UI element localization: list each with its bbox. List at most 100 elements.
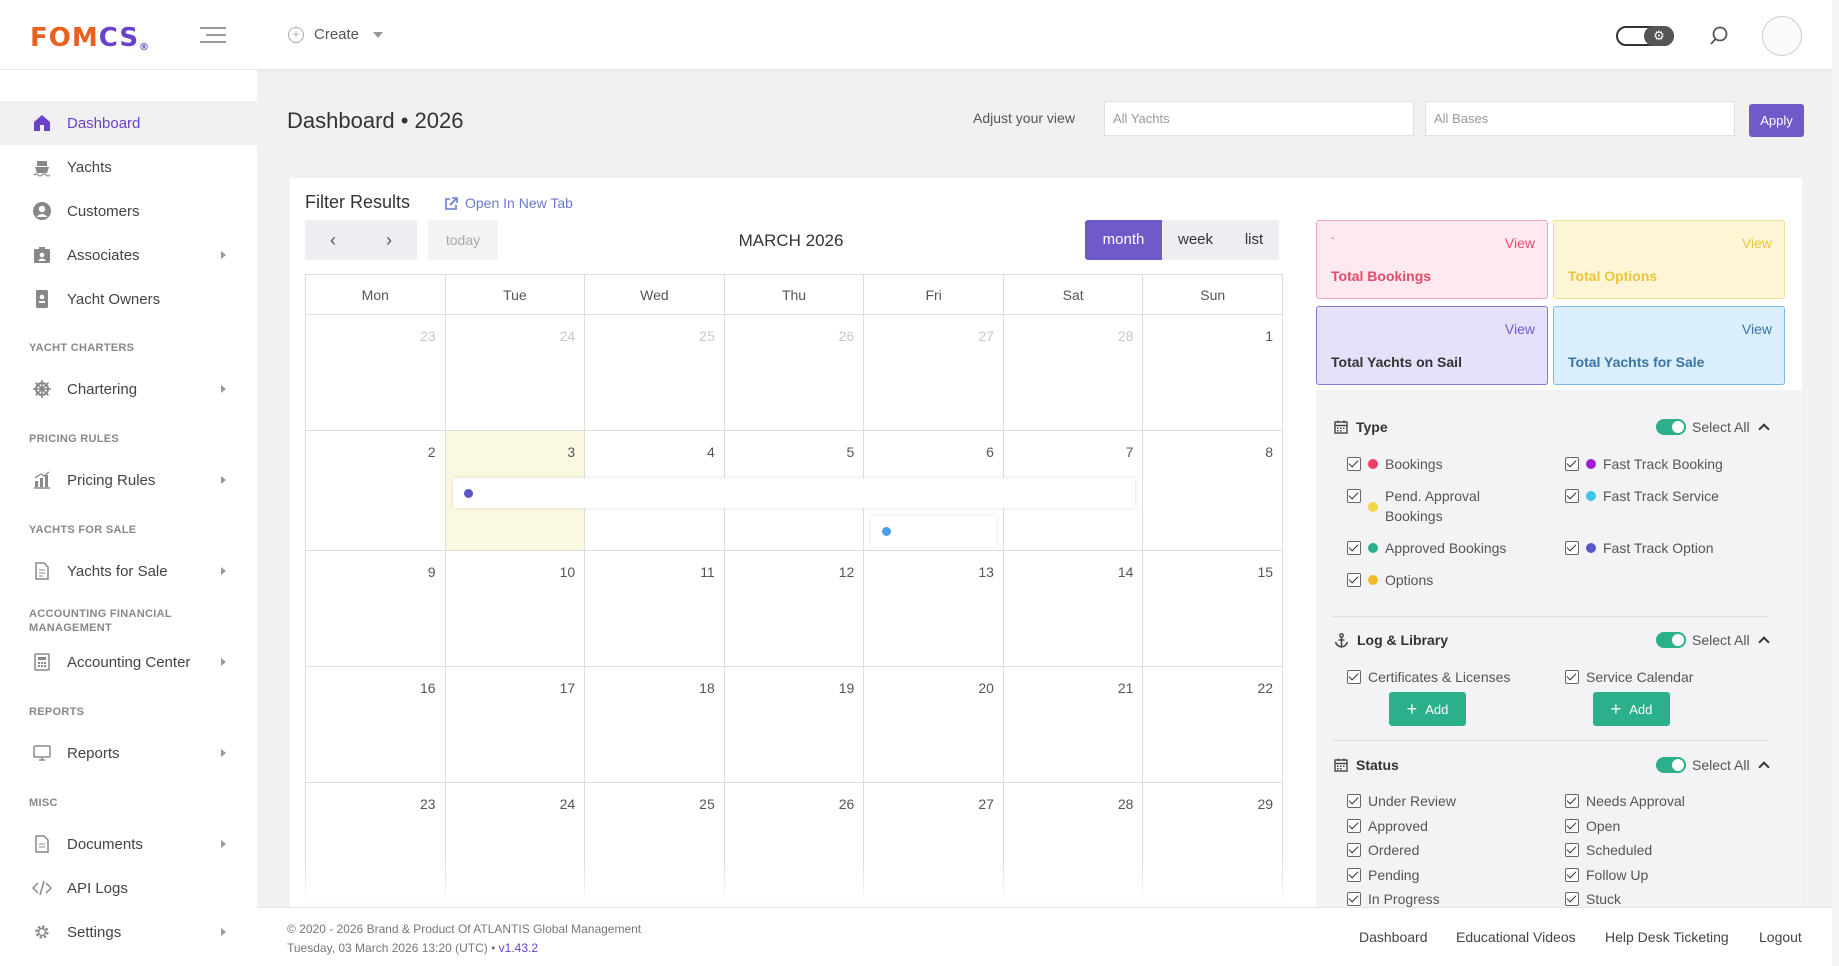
apply-button[interactable]: Apply bbox=[1749, 104, 1804, 137]
stat-view-link[interactable]: View bbox=[1742, 235, 1772, 251]
status-checkbox[interactable]: In Progress bbox=[1347, 889, 1547, 909]
type-select-all[interactable]: Select All bbox=[1656, 419, 1770, 435]
create-dropdown[interactable]: + Create bbox=[288, 26, 384, 43]
calendar-day-cell[interactable]: 19 bbox=[724, 667, 865, 783]
calendar-day-cell[interactable]: 23 bbox=[306, 315, 446, 431]
status-checkbox[interactable]: Needs Approval bbox=[1565, 791, 1765, 811]
sidebar-item-dashboard[interactable]: Dashboard bbox=[0, 101, 257, 145]
log-checkbox-certificates[interactable]: Certificates & Licenses bbox=[1347, 667, 1547, 687]
type-checkbox-fast-track-service[interactable]: Fast Track Service bbox=[1565, 486, 1765, 506]
search-icon[interactable] bbox=[1708, 25, 1730, 47]
view-month-button[interactable]: month bbox=[1085, 220, 1162, 260]
calendar-next-button[interactable]: › bbox=[361, 220, 417, 260]
checkbox[interactable] bbox=[1565, 868, 1579, 882]
theme-toggle[interactable]: ⚙ bbox=[1616, 26, 1674, 46]
chevron-up-icon[interactable] bbox=[1757, 423, 1770, 435]
select-all-toggle[interactable] bbox=[1656, 419, 1686, 435]
stat-view-link[interactable]: View bbox=[1505, 235, 1535, 251]
checkbox[interactable] bbox=[1347, 573, 1361, 587]
fomcs-logo[interactable]: FOMCS® bbox=[30, 23, 150, 53]
user-avatar[interactable] bbox=[1762, 16, 1802, 56]
calendar-day-cell[interactable]: 24 bbox=[445, 315, 586, 431]
calendar-day-cell[interactable]: 13 bbox=[864, 551, 1004, 667]
sidebar-item-documents[interactable]: Documents bbox=[0, 822, 257, 866]
add-service-button[interactable]: + Add bbox=[1593, 692, 1670, 726]
footer-link-logout[interactable]: Logout bbox=[1759, 929, 1802, 945]
sidebar-item-associates[interactable]: Associates bbox=[0, 233, 257, 277]
sidebar-item-yachts-for-sale[interactable]: Yachts for Sale bbox=[0, 549, 257, 593]
status-checkbox[interactable]: Open bbox=[1565, 816, 1765, 836]
footer-link-dashboard[interactable]: Dashboard bbox=[1359, 929, 1428, 945]
calendar-day-cell[interactable]: 28 bbox=[1003, 315, 1144, 431]
checkbox[interactable] bbox=[1347, 843, 1361, 857]
checkbox[interactable] bbox=[1347, 868, 1361, 882]
calendar-day-cell[interactable]: 15 bbox=[1143, 551, 1283, 667]
version-link[interactable]: v1.43.2 bbox=[499, 941, 538, 955]
sidebar-item-reports[interactable]: Reports bbox=[0, 731, 257, 775]
calendar-day-cell[interactable]: 25 bbox=[585, 315, 725, 431]
calendar-day-cell[interactable]: 26 bbox=[724, 315, 865, 431]
stat-card[interactable]: View Total Options bbox=[1553, 220, 1785, 299]
checkbox[interactable] bbox=[1565, 489, 1579, 503]
calendar-day-cell[interactable]: 16 bbox=[306, 667, 446, 783]
status-checkbox[interactable]: Pending bbox=[1347, 865, 1547, 885]
calendar-day-cell[interactable]: 11 bbox=[585, 551, 725, 667]
checkbox[interactable] bbox=[1347, 489, 1361, 503]
sidebar-item-yachts[interactable]: Yachts bbox=[0, 145, 257, 189]
type-checkbox-pend-approval[interactable]: Pend. Approval Bookings bbox=[1347, 486, 1527, 526]
checkbox[interactable] bbox=[1565, 670, 1579, 684]
add-certificate-button[interactable]: + Add bbox=[1389, 692, 1466, 726]
sidebar-item-pricing-rules[interactable]: Pricing Rules bbox=[0, 458, 257, 502]
type-checkbox-options[interactable]: Options bbox=[1347, 570, 1527, 590]
chevron-up-icon[interactable] bbox=[1757, 636, 1770, 648]
hamburger-menu-icon[interactable] bbox=[200, 27, 226, 45]
calendar-day-cell[interactable]: 10 bbox=[445, 551, 586, 667]
status-checkbox[interactable]: Approved bbox=[1347, 816, 1547, 836]
stat-card[interactable]: View Total Yachts on Sail bbox=[1316, 306, 1548, 385]
status-checkbox[interactable]: Follow Up bbox=[1565, 865, 1765, 885]
view-week-button[interactable]: week bbox=[1162, 220, 1229, 260]
status-checkbox[interactable]: Under Review bbox=[1347, 791, 1547, 811]
calendar-day-cell[interactable]: 18 bbox=[585, 667, 725, 783]
bases-filter-input[interactable]: All Bases bbox=[1425, 101, 1735, 136]
status-checkbox[interactable]: Stuck bbox=[1565, 889, 1765, 909]
type-checkbox-approved-bookings[interactable]: Approved Bookings bbox=[1347, 538, 1547, 558]
checkbox[interactable] bbox=[1565, 541, 1579, 555]
sidebar-item-api-logs[interactable]: API Logs bbox=[0, 866, 257, 910]
calendar-today-button[interactable]: today bbox=[428, 220, 498, 260]
log-select-all[interactable]: Select All bbox=[1656, 632, 1770, 648]
checkbox[interactable] bbox=[1565, 819, 1579, 833]
calendar-day-cell[interactable]: 12 bbox=[724, 551, 865, 667]
calendar-event[interactable] bbox=[453, 478, 1135, 508]
open-new-tab-link[interactable]: Open In New Tab bbox=[444, 195, 573, 211]
type-checkbox-fast-track-booking[interactable]: Fast Track Booking bbox=[1565, 454, 1765, 474]
page-scrollbar[interactable] bbox=[1832, 0, 1839, 966]
calendar-day-cell[interactable]: 17 bbox=[445, 667, 586, 783]
calendar-day-cell[interactable]: 2 bbox=[306, 431, 446, 551]
sidebar-item-yacht-owners[interactable]: Yacht Owners bbox=[0, 277, 257, 321]
checkbox[interactable] bbox=[1565, 892, 1579, 906]
calendar-day-cell[interactable]: 21 bbox=[1003, 667, 1144, 783]
stat-card[interactable]: - View Total Bookings bbox=[1316, 220, 1548, 299]
stat-view-link[interactable]: View bbox=[1742, 321, 1772, 337]
log-checkbox-service-calendar[interactable]: Service Calendar bbox=[1565, 667, 1765, 687]
sidebar-item-settings[interactable]: Settings bbox=[0, 910, 257, 954]
chevron-up-icon[interactable] bbox=[1757, 761, 1770, 773]
calendar-prev-button[interactable]: ‹ bbox=[305, 220, 361, 260]
checkbox[interactable] bbox=[1347, 819, 1361, 833]
view-list-button[interactable]: list bbox=[1229, 220, 1279, 260]
sidebar-item-chartering[interactable]: Chartering bbox=[0, 367, 257, 411]
calendar-day-cell[interactable]: 8 bbox=[1143, 431, 1283, 551]
checkbox[interactable] bbox=[1347, 670, 1361, 684]
footer-link-educational-videos[interactable]: Educational Videos bbox=[1456, 929, 1576, 945]
yachts-filter-input[interactable]: All Yachts bbox=[1104, 101, 1414, 136]
sidebar-item-accounting-center[interactable]: Accounting Center bbox=[0, 640, 257, 684]
checkbox[interactable] bbox=[1565, 457, 1579, 471]
calendar-day-cell[interactable]: 14 bbox=[1003, 551, 1144, 667]
type-checkbox-bookings[interactable]: Bookings bbox=[1347, 454, 1527, 474]
calendar-day-cell[interactable]: 1 bbox=[1143, 315, 1283, 431]
status-select-all[interactable]: Select All bbox=[1656, 757, 1770, 773]
type-checkbox-fast-track-option[interactable]: Fast Track Option bbox=[1565, 538, 1765, 558]
checkbox[interactable] bbox=[1565, 843, 1579, 857]
calendar-day-cell[interactable]: 27 bbox=[864, 315, 1004, 431]
